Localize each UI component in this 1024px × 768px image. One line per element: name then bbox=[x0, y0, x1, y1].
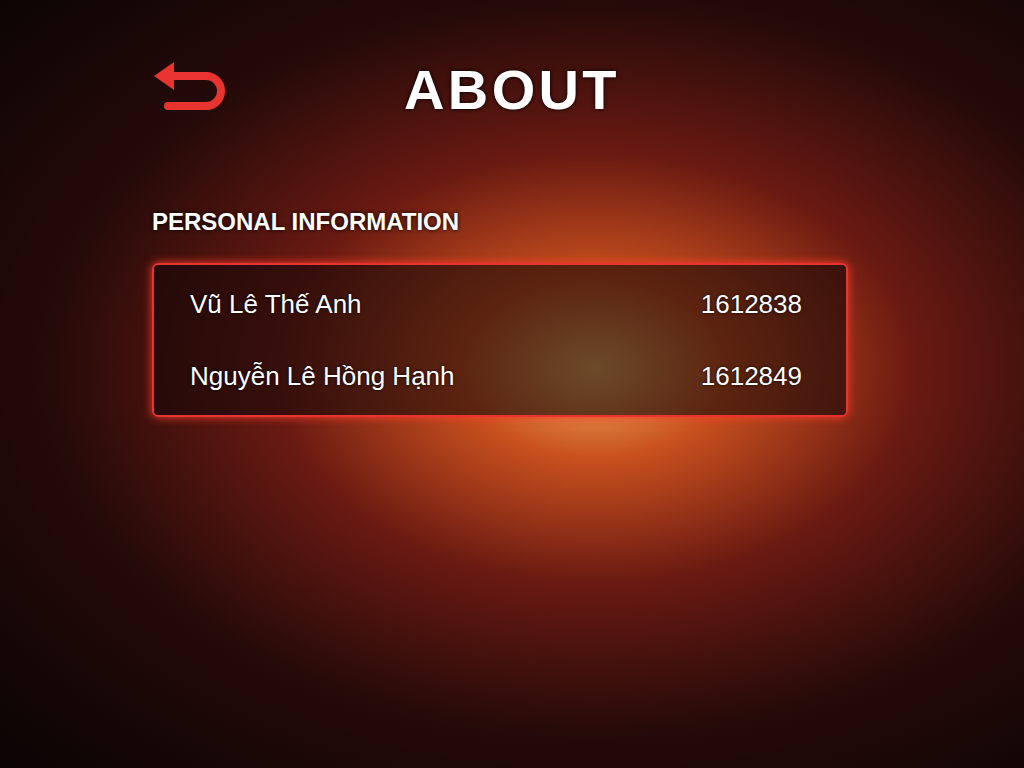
member-name: Nguyễn Lê Hồng Hạnh bbox=[190, 360, 455, 392]
content: ABOUT PERSONAL INFORMATION Vũ Lê Thế Anh 16… bbox=[0, 0, 1024, 417]
screen-title: ABOUT bbox=[404, 62, 620, 118]
section-heading: PERSONAL INFORMATION bbox=[152, 208, 872, 236]
back-button[interactable] bbox=[152, 60, 404, 120]
back-arrow-icon[interactable] bbox=[152, 60, 232, 120]
member-row: Vũ Lê Thế Anh 1612838 bbox=[154, 268, 846, 340]
header: ABOUT bbox=[152, 60, 872, 120]
member-id: 1612849 bbox=[701, 360, 802, 392]
about-screen: ABOUT PERSONAL INFORMATION Vũ Lê Thế Anh 16… bbox=[0, 0, 1024, 768]
member-id: 1612838 bbox=[701, 288, 802, 320]
member-name: Vũ Lê Thế Anh bbox=[190, 288, 362, 320]
members-panel: Vũ Lê Thế Anh 1612838 Nguyễn Lê Hồng Hạnh 1… bbox=[152, 263, 848, 417]
member-row: Nguyễn Lê Hồng Hạnh 1612849 bbox=[154, 340, 846, 412]
